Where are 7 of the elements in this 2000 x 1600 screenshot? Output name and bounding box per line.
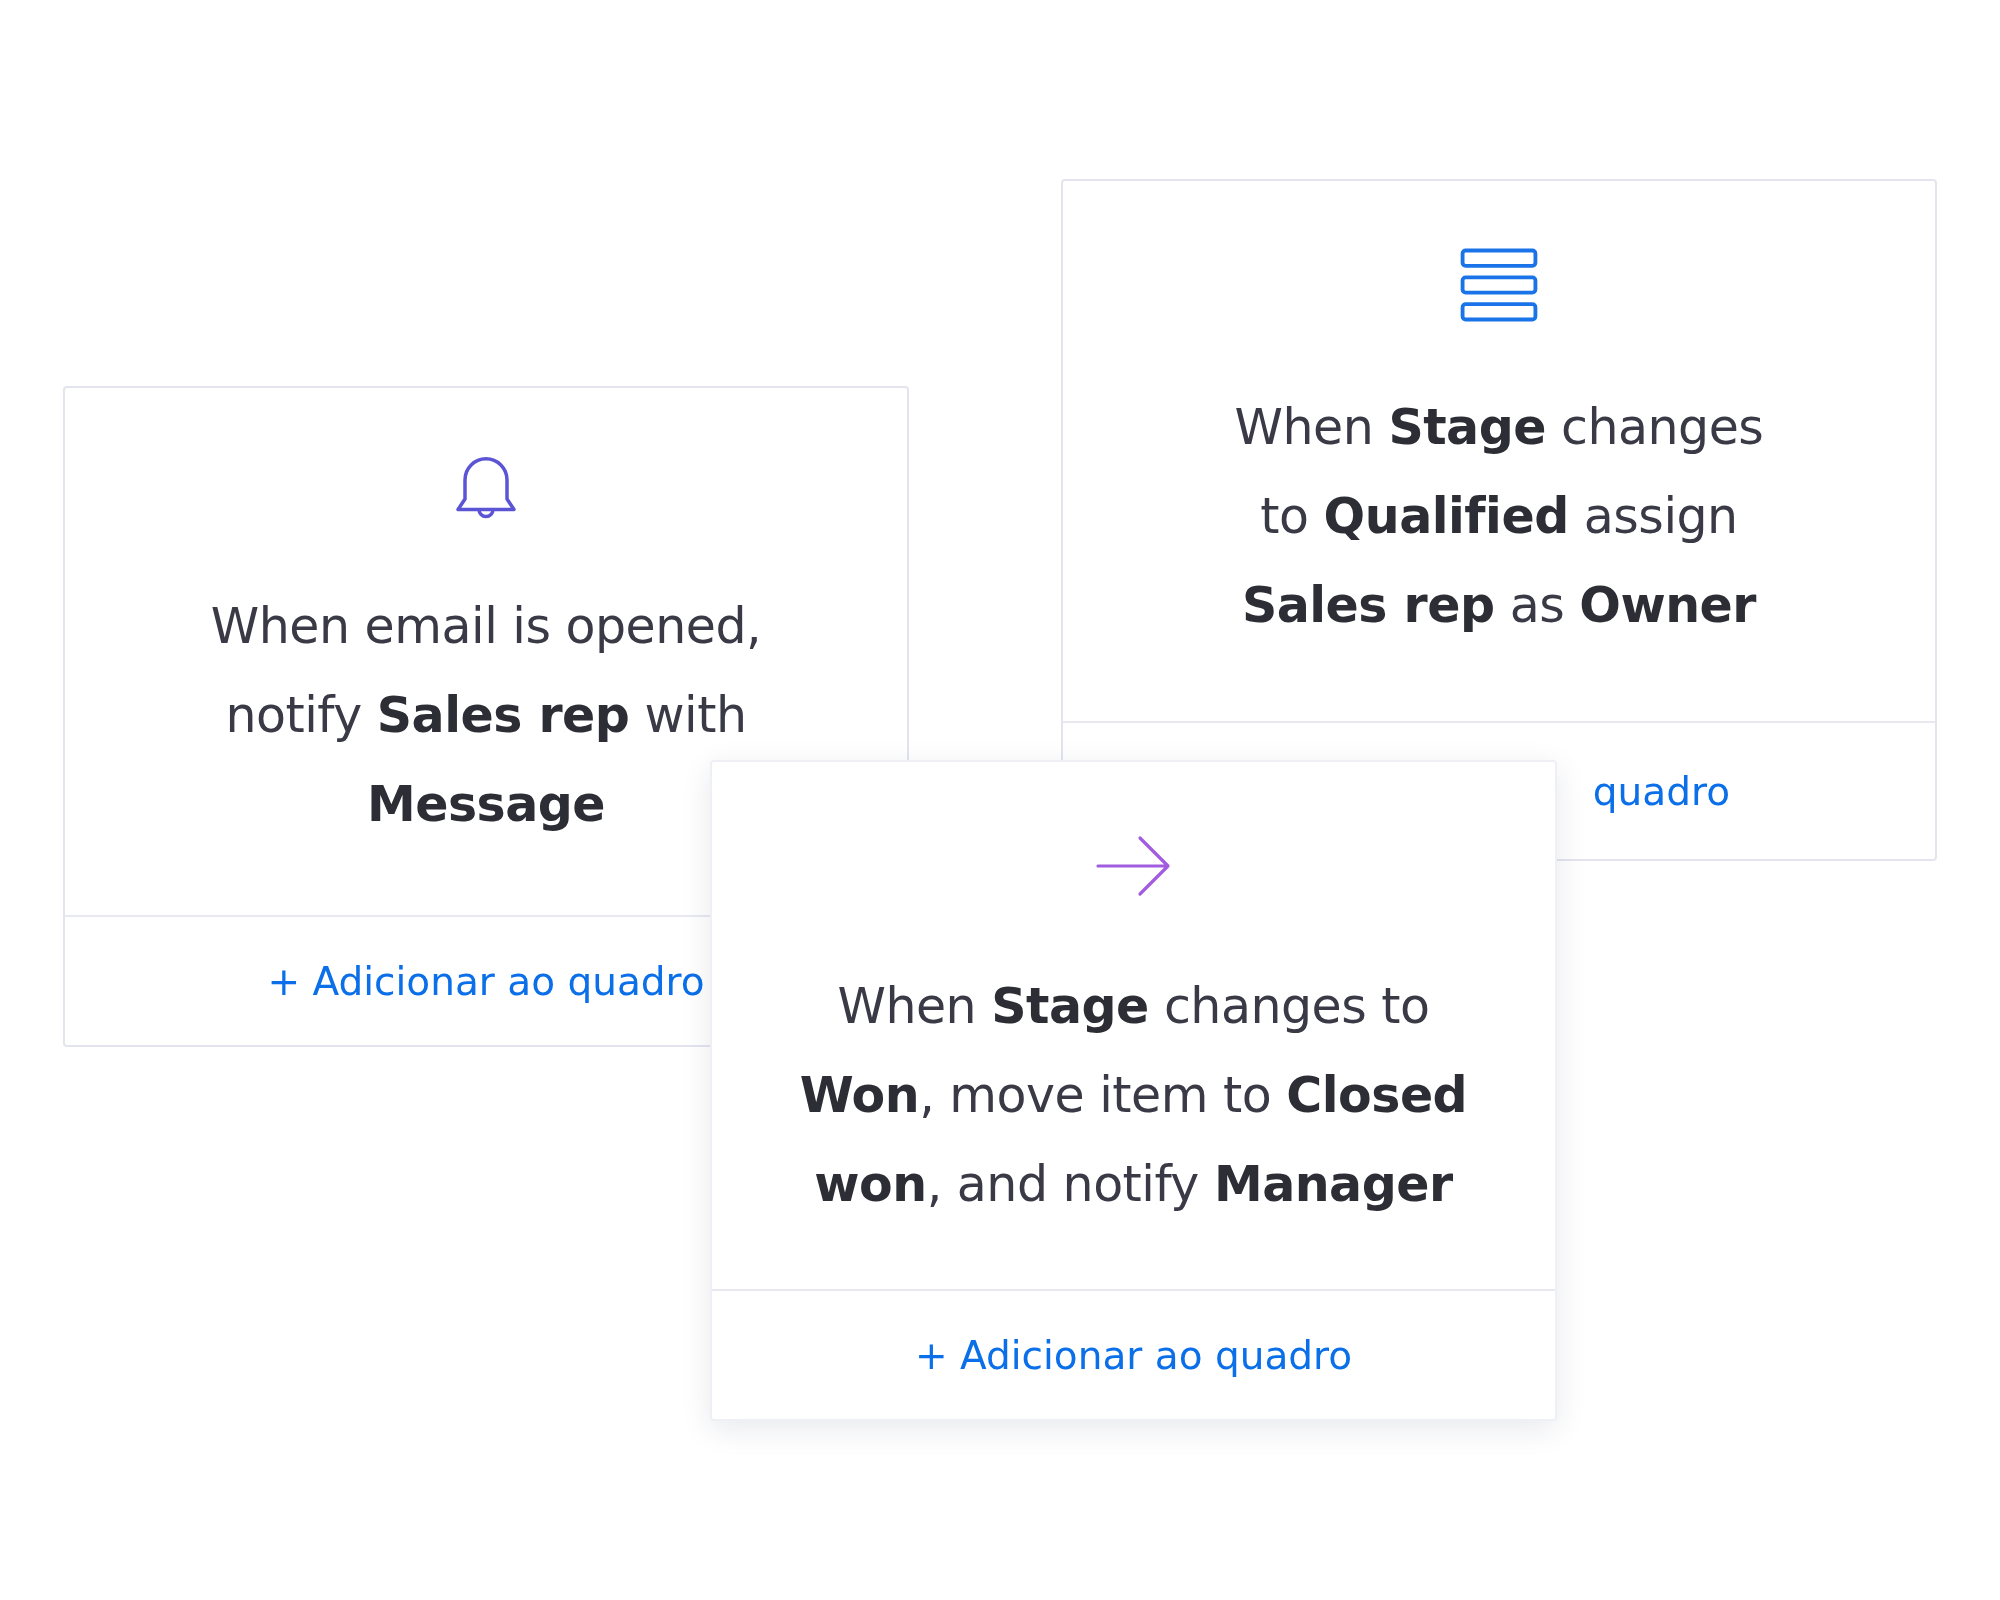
add-to-board-link[interactable]: + Adicionar ao quadro <box>267 958 705 1004</box>
add-to-board-link[interactable]: + Adicionar ao quadro <box>914 1332 1353 1378</box>
arrow-icon <box>1095 834 1172 898</box>
rule-description: When email is opened, notify Sales rep with Message <box>210 597 762 835</box>
rule-description: When Stage changes to Won, move item to Closed won, and notify Manager <box>799 977 1468 1215</box>
rule-description: When Stage changes to Qualified assign Sales rep as Owner <box>1234 398 1764 636</box>
add-to-board-link[interactable]: quadro <box>1592 768 1730 814</box>
